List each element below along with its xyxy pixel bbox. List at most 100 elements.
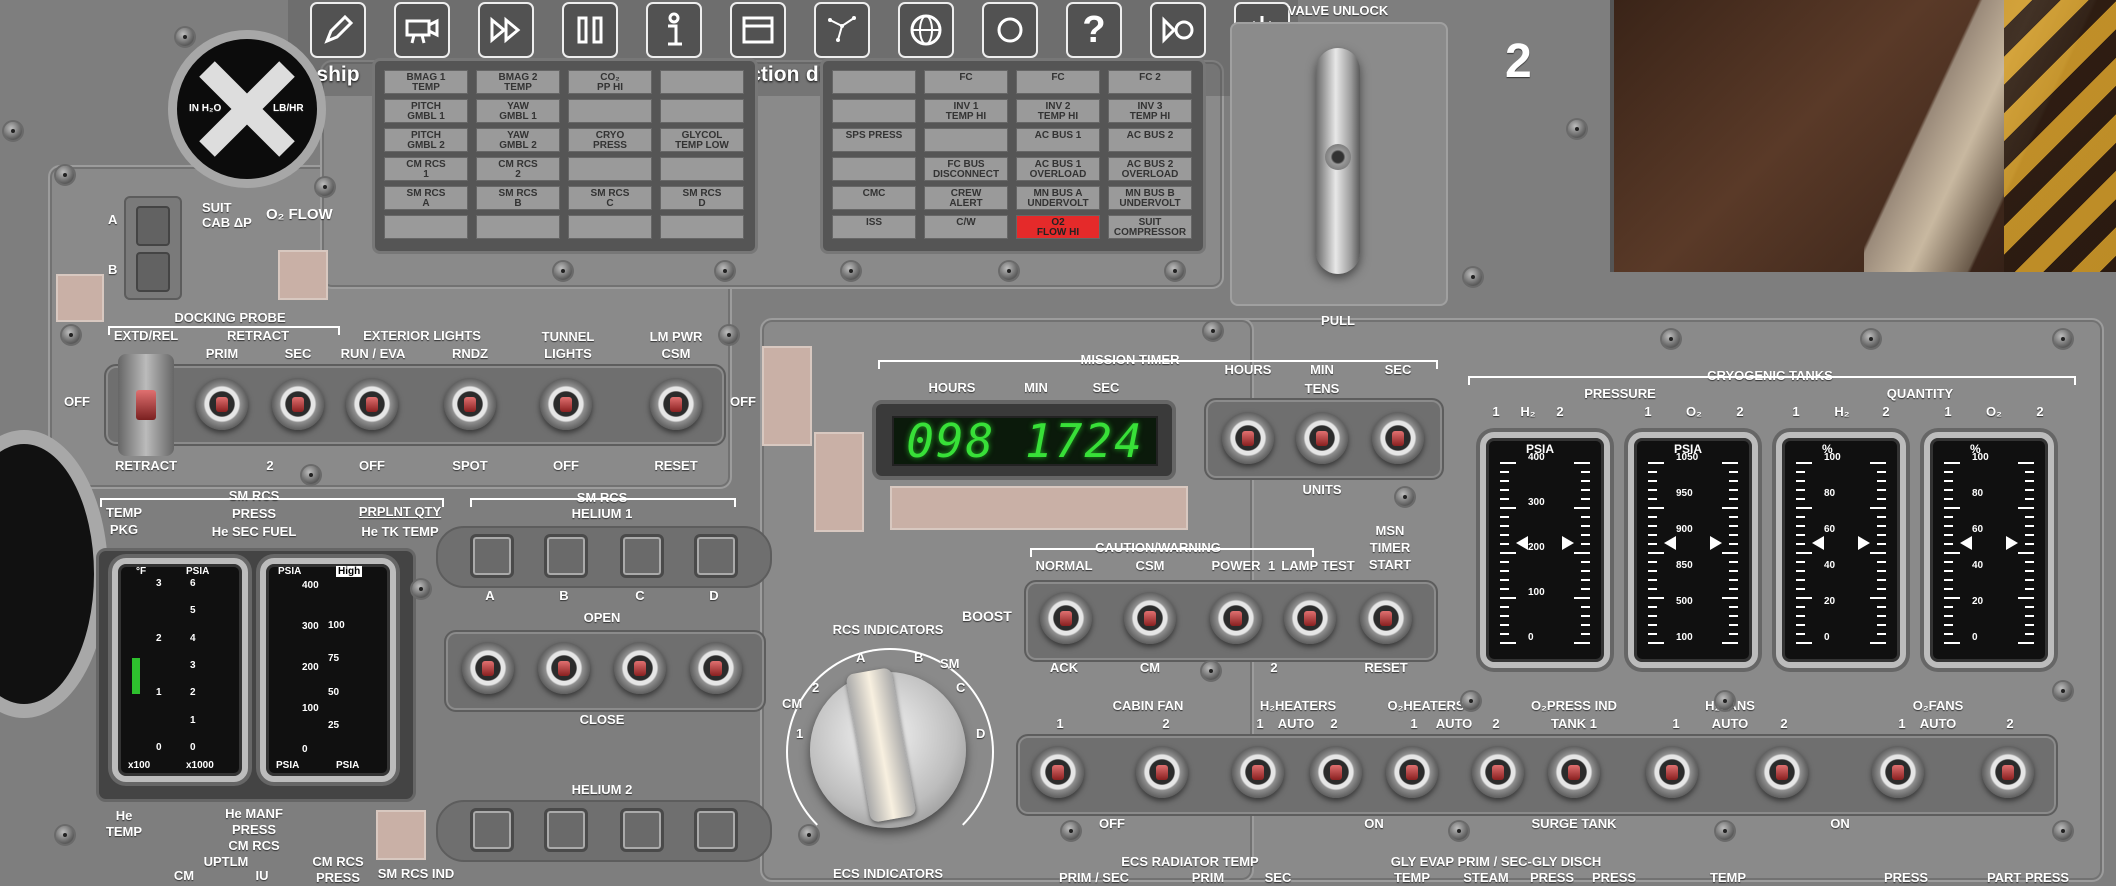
he-sec-fuel-label: He SEC FUEL bbox=[211, 524, 297, 539]
cryo-gauge-tick bbox=[1581, 588, 1590, 590]
cryo-gauge-tick bbox=[1500, 579, 1509, 581]
rcs-indicator-rotary[interactable] bbox=[810, 667, 966, 828]
smrcs-scale-label: 2 bbox=[190, 687, 196, 699]
cw-right-light: INV 1 TEMP HI bbox=[924, 99, 1008, 123]
cryo-gauge-tick-label: 60 bbox=[1824, 524, 1836, 535]
helium1-a-label: A bbox=[485, 588, 495, 603]
timer-min-switch[interactable] bbox=[1296, 412, 1348, 464]
h2-fan-1-switch[interactable] bbox=[1646, 746, 1698, 798]
gly-press-label: PRESS bbox=[1529, 870, 1575, 885]
gly-steam-label: STEAM bbox=[1463, 870, 1509, 885]
cryo-gauge-tick-label: 300 bbox=[1528, 497, 1545, 508]
helium2-a-button[interactable] bbox=[470, 808, 514, 852]
cryo-gauge-tick bbox=[1796, 597, 1812, 599]
cryo-gauge-tick bbox=[1500, 516, 1509, 518]
caution-normal-switch[interactable] bbox=[1040, 592, 1092, 644]
helium-b-switch[interactable] bbox=[538, 642, 590, 694]
cryo-gauge-tick bbox=[2018, 507, 2034, 509]
retract-label: RETRACT bbox=[226, 328, 290, 343]
o2-heater-2-switch[interactable] bbox=[1472, 746, 1524, 798]
helium2-c-button[interactable] bbox=[620, 808, 664, 852]
retract-prim-switch[interactable] bbox=[196, 378, 248, 430]
cw-left-light bbox=[660, 70, 744, 94]
caution-power-switch[interactable] bbox=[1210, 592, 1262, 644]
screw bbox=[2054, 682, 2072, 700]
helium-d-switch[interactable] bbox=[690, 642, 742, 694]
record-icon bbox=[982, 2, 1038, 58]
cm-label: CM bbox=[1139, 660, 1161, 675]
msn-timer-start-switch[interactable] bbox=[1360, 592, 1412, 644]
power-1-label: 1 bbox=[1268, 558, 1276, 573]
helium1-a-button[interactable] bbox=[470, 534, 514, 578]
window-view-stripe bbox=[2004, 0, 2116, 272]
sec-label: SEC bbox=[284, 346, 312, 361]
cryo-gauge-tick bbox=[1729, 561, 1738, 563]
cw-right-light bbox=[924, 128, 1008, 152]
cryo-gauge-tick bbox=[1581, 516, 1590, 518]
o2-fan-1-switch[interactable] bbox=[1872, 746, 1924, 798]
cryo-gauge-tick bbox=[1729, 489, 1738, 491]
cabin-fan-2-switch[interactable] bbox=[1136, 746, 1188, 798]
cryo-gauge-tick bbox=[1944, 570, 1953, 572]
helium1-d-button[interactable] bbox=[694, 534, 738, 578]
smrcs-scale-label: 3 bbox=[190, 660, 196, 671]
h2-fan-2-switch[interactable] bbox=[1756, 746, 1808, 798]
o2-heater-1-switch[interactable] bbox=[1386, 746, 1438, 798]
helium-a-switch[interactable] bbox=[462, 642, 514, 694]
cryo-gauge-tick bbox=[1870, 462, 1886, 464]
cryo-gauge-tick bbox=[1944, 615, 1953, 617]
valve-handle[interactable] bbox=[1316, 48, 1360, 274]
lamp-test-switch[interactable] bbox=[1284, 592, 1336, 644]
cryo-gauge-tick bbox=[1796, 642, 1812, 644]
cryo-gauge-tick bbox=[1877, 498, 1886, 500]
g1-needle-fill bbox=[132, 658, 140, 694]
cm-rcs-label: CM RCS bbox=[228, 838, 280, 853]
screw bbox=[62, 326, 80, 344]
cryo-sublabel: 2 bbox=[1556, 404, 1564, 419]
screw bbox=[302, 466, 320, 484]
helium2-d-button[interactable] bbox=[694, 808, 738, 852]
helium2-b-button[interactable] bbox=[544, 808, 588, 852]
tunnel-lights-switch[interactable] bbox=[540, 378, 592, 430]
helium1-b-button[interactable] bbox=[544, 534, 588, 578]
cryo-gauge-tick bbox=[2025, 516, 2034, 518]
lm-power-switch[interactable] bbox=[650, 378, 702, 430]
cryo-gauge-tick bbox=[1944, 588, 1953, 590]
caution-csm-switch[interactable] bbox=[1124, 592, 1176, 644]
cryo-gauge-tick bbox=[1581, 606, 1590, 608]
helium-c-switch[interactable] bbox=[614, 642, 666, 694]
h2-heater-2-switch[interactable] bbox=[1310, 746, 1362, 798]
valve-unlock-label: VALVE UNLOCK bbox=[1287, 3, 1389, 18]
cryo-sublabel: H₂ bbox=[1520, 404, 1536, 419]
caution-2-label: 2 bbox=[1270, 660, 1278, 675]
smrcs-scale-label: 5 bbox=[190, 605, 196, 617]
cryo-gauge-tick bbox=[1729, 633, 1738, 635]
cryo-gauge-tick bbox=[1581, 498, 1590, 500]
o2-press-ind-switch[interactable] bbox=[1548, 746, 1600, 798]
window-icon bbox=[730, 2, 786, 58]
h2-heater-1-switch[interactable] bbox=[1232, 746, 1284, 798]
retract-sec-switch[interactable] bbox=[272, 378, 324, 430]
cryo-gauge-tick bbox=[1581, 489, 1590, 491]
cryo-gauge-tick bbox=[1944, 534, 1953, 536]
cryo-gauge-tick bbox=[1648, 552, 1664, 554]
cryo-gauge-tick bbox=[1648, 561, 1657, 563]
timer-hours-label: HOURS bbox=[928, 380, 976, 395]
o2-fan-2-switch[interactable] bbox=[1982, 746, 2034, 798]
smrcs-scale-label: 100 bbox=[302, 703, 319, 714]
helium1-c-button[interactable] bbox=[620, 534, 664, 578]
cryo-gauge-tick bbox=[1877, 588, 1886, 590]
cryo-gauge-tick bbox=[1581, 633, 1590, 635]
cryo-gauge-tick-label: 850 bbox=[1676, 560, 1693, 571]
cryo-gauge-pointer-right bbox=[1858, 536, 1870, 550]
timer-hours-switch[interactable] bbox=[1222, 412, 1274, 464]
run-eva-switch[interactable] bbox=[346, 378, 398, 430]
cw-right-light: FC bbox=[1016, 70, 1100, 94]
rcs-pos-a: A bbox=[856, 650, 866, 665]
rndz-switch[interactable] bbox=[444, 378, 496, 430]
ecs-sublabel: 2 bbox=[1780, 716, 1788, 731]
timer-sec-switch[interactable] bbox=[1372, 412, 1424, 464]
cryo-gauge-tick bbox=[1870, 597, 1886, 599]
cabin-fan-1-switch[interactable] bbox=[1032, 746, 1084, 798]
docking-probe-lever[interactable] bbox=[118, 354, 174, 456]
